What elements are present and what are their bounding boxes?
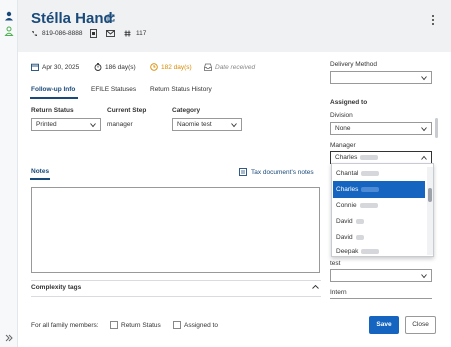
test-label: test — [330, 260, 341, 267]
family-members-label: For all family members: — [31, 322, 99, 329]
redacted-text — [360, 154, 379, 160]
dropdown-scrollbar-track[interactable] — [427, 167, 433, 255]
assigned-to-checkbox[interactable] — [173, 321, 181, 329]
divider — [31, 280, 321, 281]
chevron-down-icon — [90, 123, 96, 128]
category-select[interactable]: Naomie test — [172, 118, 242, 131]
manager-label: Manager — [330, 142, 356, 149]
return-status-checkbox[interactable] — [110, 321, 118, 329]
document-icon[interactable] — [90, 29, 97, 38]
dropdown-scrollbar-thumb[interactable] — [428, 188, 432, 202]
chevron-down-icon — [231, 123, 237, 128]
manager-option-selected[interactable]: Charles — [333, 181, 425, 198]
days-remaining: 182 day(s) — [161, 64, 192, 71]
delivery-method-select[interactable] — [330, 71, 432, 84]
tab-efile-statuses[interactable]: EFILE Statuses — [91, 86, 136, 93]
division-select[interactable]: None — [330, 122, 432, 135]
category-label: Category — [172, 107, 201, 114]
test-select[interactable] — [330, 269, 432, 282]
manager-option[interactable]: David — [333, 229, 425, 246]
mail-icon[interactable] — [106, 30, 115, 37]
save-button[interactable]: Save — [369, 316, 399, 334]
close-button[interactable]: Close — [405, 316, 436, 334]
return-date: Apr 30, 2025 — [42, 64, 80, 71]
person-icon[interactable] — [4, 11, 14, 21]
tab-return-status-history[interactable]: Return Status History — [150, 86, 212, 93]
notes-textarea[interactable] — [31, 187, 320, 273]
more-options-icon[interactable] — [430, 14, 436, 26]
delivery-method-label: Delivery Method — [330, 61, 377, 68]
category-value: Naomie test — [177, 121, 212, 128]
manager-option[interactable]: Deepak — [333, 245, 425, 257]
manager-value: Charles — [335, 154, 358, 161]
timer-icon — [94, 63, 102, 71]
notes-indicator — [30, 178, 50, 180]
current-step-label: Current Step — [107, 107, 147, 114]
manager-option[interactable]: David — [333, 213, 425, 230]
calendar-icon — [31, 63, 39, 71]
client-phone: 819-086-8888 — [42, 30, 83, 37]
external-link-icon[interactable] — [107, 14, 115, 22]
client-name: Stélla Hand — [31, 10, 113, 27]
chevron-up-icon — [421, 155, 427, 160]
left-sidebar — [0, 0, 18, 347]
current-step-value: manager — [107, 121, 133, 128]
manager-option[interactable]: Chantal — [333, 165, 425, 182]
tax-document-notes-link[interactable]: Tax document's notes — [251, 169, 314, 176]
notes-label: Notes — [31, 168, 50, 175]
chevron-down-icon — [421, 76, 427, 81]
manager-dropdown-list: Chantal Charles Connie David David Deepa… — [331, 163, 434, 257]
tab-follow-up-info[interactable]: Follow-up Info — [31, 86, 75, 93]
assigned-to-heading: Assigned to — [330, 99, 368, 106]
hash-icon — [124, 30, 131, 37]
notes-document-icon — [239, 168, 247, 176]
chevron-down-icon — [421, 127, 427, 132]
return-status-checkbox-label: Return Status — [121, 322, 161, 329]
inbox-icon — [204, 63, 212, 71]
intern-field-edge — [330, 298, 432, 299]
active-tab-indicator — [30, 97, 78, 99]
person-outline-icon[interactable] — [4, 26, 14, 36]
client-id-count: 117 — [136, 30, 147, 37]
divider — [31, 296, 321, 297]
return-status-label: Return Status — [31, 107, 74, 114]
complexity-tags-label: Complexity tags — [31, 284, 82, 291]
chevron-down-icon — [421, 274, 427, 279]
division-value: None — [335, 125, 351, 132]
assigned-to-checkbox-label: Assigned to — [184, 322, 218, 329]
return-status-value: Printed — [36, 121, 57, 128]
date-received-field[interactable]: Date received — [215, 64, 255, 71]
panel-scrollbar[interactable] — [435, 118, 438, 138]
return-status-select[interactable]: Printed — [31, 118, 101, 131]
clock-icon — [150, 63, 158, 71]
phone-icon — [32, 31, 37, 36]
days-elapsed: 186 day(s) — [105, 64, 136, 71]
intern-label: Intern — [330, 289, 347, 296]
expand-chevrons-icon[interactable] — [4, 333, 14, 343]
manager-option[interactable]: Connie — [333, 197, 425, 214]
division-label: Division — [330, 112, 353, 119]
chevron-up-icon[interactable] — [312, 284, 319, 290]
